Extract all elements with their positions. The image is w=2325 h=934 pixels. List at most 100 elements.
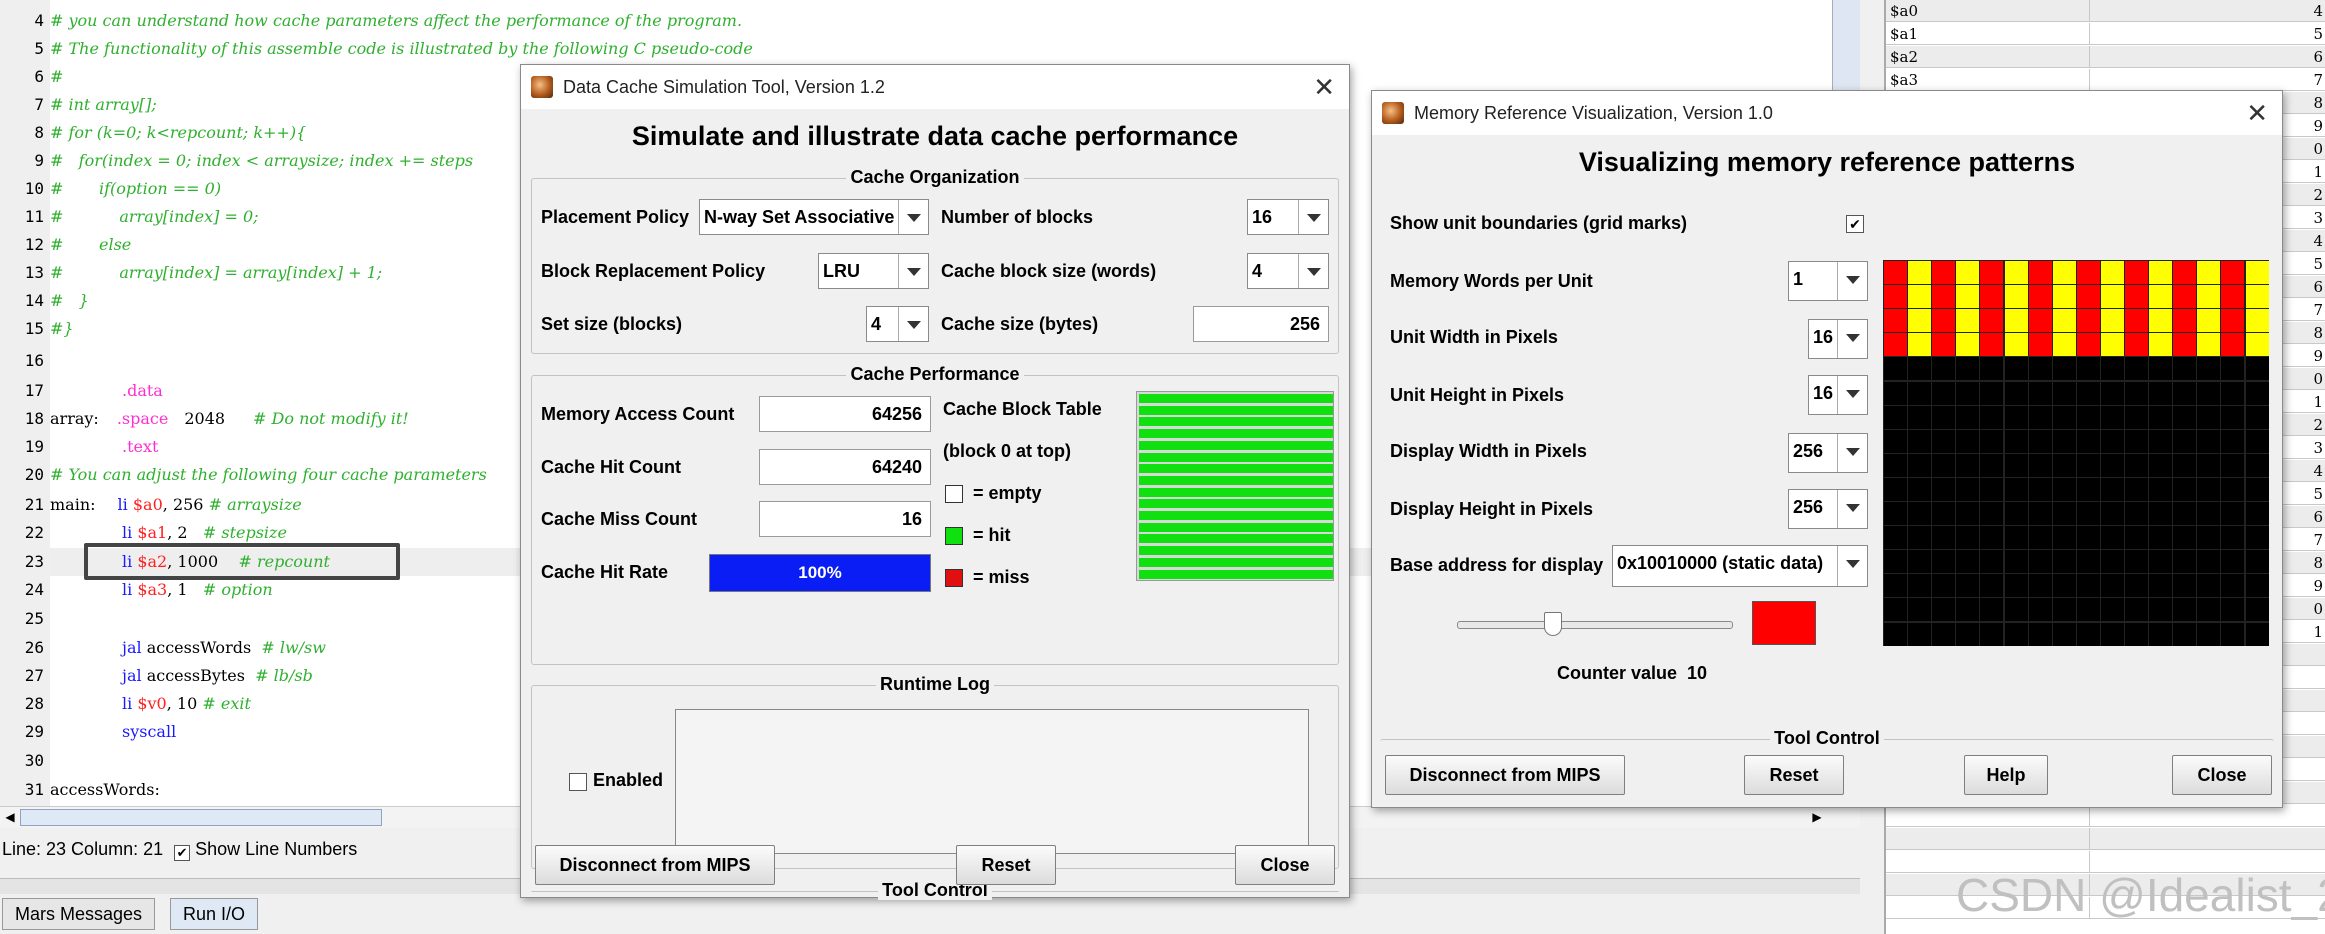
code-line-6[interactable]: # [50,63,63,91]
unit-width-select[interactable]: 16 [1808,319,1868,359]
cache-reset-button[interactable]: Reset [956,845,1056,885]
scroll-left-arrow-icon[interactable]: ◀ [3,810,17,824]
chevron-down-icon[interactable] [1837,376,1867,414]
register-row[interactable]: $a1 5 [1886,23,2325,45]
code-line-31[interactable]: accessWords: [50,776,160,804]
nblocks-label: Number of blocks [941,207,1094,227]
scrollbar-thumb[interactable] [20,809,382,826]
memory-unit-cell [2221,574,2245,598]
tab-mars-messages[interactable]: Mars Messages [2,898,156,930]
tab-run-io[interactable]: Run I/O [170,898,259,930]
memory-unit-cell [2149,526,2173,550]
close-icon[interactable]: ✕ [1313,65,1335,109]
code-line-17[interactable]: .data [122,377,163,405]
code-line-27[interactable]: jal accessBytes # lb/sb [122,662,313,690]
register: $a3 [137,580,168,599]
replacement-policy-select[interactable]: LRU [818,253,929,289]
code-line-26[interactable]: jal accessWords # lw/sw [122,634,326,662]
memory-unit-cell [1884,261,1907,284]
register-row[interactable] [1886,828,2325,850]
cache-close-button[interactable]: Close [1235,845,1335,885]
chevron-down-icon[interactable] [1837,434,1867,472]
memory-unit-cell [2197,526,2221,550]
chevron-down-icon[interactable] [1298,200,1328,234]
number-of-blocks-select[interactable]: 16 [1247,199,1329,235]
memory-unit-cell [2197,477,2221,501]
register-number: 5 [2313,255,2323,273]
register-row[interactable]: $a2 6 [1886,46,2325,68]
cache-block [1139,499,1333,509]
code-line-13[interactable]: # array[index] = array[index] + 1; [50,259,382,287]
code-line-7[interactable]: # int array[]; [50,91,157,119]
setsize-label: Set size (blocks) [541,314,683,334]
base-address-select[interactable]: 0x10010000 (static data) [1612,545,1868,587]
code-line-4[interactable]: # you can understand how cache parameter… [50,7,742,35]
code-line-19[interactable]: .text [122,433,158,461]
memory-unit-cell [1932,333,1956,357]
mem-close-button[interactable]: Close [2172,755,2272,795]
chevron-down-icon[interactable] [1837,490,1867,528]
cache-dialog-titlebar[interactable]: Data Cache Simulation Tool, Version 1.2 … [521,65,1349,109]
code-line-24[interactable]: li $a3, 1 # option [122,576,273,604]
memory-unit-cell [1884,453,1907,477]
unit-height-select[interactable]: 16 [1808,375,1868,415]
chevron-down-icon[interactable] [1837,320,1867,358]
mem-disconnect-button[interactable]: Disconnect from MIPS [1385,755,1625,795]
memory-dialog-titlebar[interactable]: Memory Reference Visualization, Version … [1372,91,2282,135]
register-number: 7 [2313,531,2323,549]
code-line-10[interactable]: # if(option == 0) [50,175,221,203]
memory-unit-cell [2125,526,2148,550]
code-line-21[interactable]: main: li $a0, 256 # arraysize [50,491,302,519]
code-line-14[interactable]: # } [50,287,89,315]
memory-unit-cell [2221,526,2245,550]
code-line-11[interactable]: # array[index] = 0; [50,203,259,231]
code-line-20[interactable]: # You can adjust the following four cach… [50,461,487,489]
counter-slider-thumb[interactable] [1544,612,1562,636]
mem-help-button[interactable]: Help [1964,755,2048,795]
register-number: 4 [2313,462,2323,480]
log-enabled-checkbox[interactable] [569,773,587,791]
show-line-numbers-checkbox[interactable]: ✔ [174,845,191,861]
code-line-29[interactable]: syscall [122,718,176,746]
chevron-down-icon[interactable] [1298,254,1328,288]
code-line-5[interactable]: # The functionality of this assemble cod… [50,35,753,63]
mem-reset-button[interactable]: Reset [1744,755,1844,795]
close-icon[interactable]: ✕ [2246,91,2268,135]
display-height-select[interactable]: 256 [1788,489,1868,529]
chevron-down-icon[interactable] [898,254,928,288]
set-size-select[interactable]: 4 [866,306,929,342]
memory-unit-cell [1908,622,1932,646]
line-number: 26 [24,638,44,657]
counter-label: Counter value 10 [1557,663,1707,684]
memory-unit-cell [2221,405,2245,429]
scroll-right-arrow-icon[interactable]: ▶ [1810,810,1824,824]
register-row[interactable] [1886,805,2325,827]
code-line-15[interactable]: #} [50,315,74,343]
cache-disconnect-button[interactable]: Disconnect from MIPS [535,845,775,885]
code-line-12[interactable]: # else [50,231,131,259]
memory-unit-cell [2173,550,2197,574]
chevron-down-icon[interactable] [898,200,928,234]
hit-rate-label: Cache Hit Rate [541,562,669,582]
register-row[interactable]: $a0 4 [1886,0,2325,22]
chevron-down-icon[interactable] [1837,546,1867,586]
register: $v0 [137,694,167,713]
chevron-down-icon[interactable] [898,307,928,341]
code-line-28[interactable]: li $v0, 10 # exit [122,690,251,718]
display-width-select[interactable]: 256 [1788,433,1868,473]
memory-unit-cell [2028,405,2052,429]
code-line-9[interactable]: # for(index = 0; index < arraysize; inde… [50,147,473,175]
memory-unit-cell [2052,574,2076,598]
runtime-log-textarea[interactable] [675,709,1309,854]
block-size-select[interactable]: 4 [1247,253,1329,289]
counter-slider-track[interactable] [1457,621,1733,629]
chevron-down-icon[interactable] [1837,262,1867,300]
words-per-unit-select[interactable]: 1 [1788,261,1868,301]
code-line-8[interactable]: # for (k=0; k<repcount; k++){ [50,119,306,147]
memory-unit-cell [2149,550,2173,574]
register-row[interactable]: $a3 7 [1886,69,2325,91]
grid-marks-checkbox[interactable]: ✔ [1846,215,1864,233]
placement-policy-select[interactable]: N-way Set Associative [699,199,929,235]
memory-unit-cell [2149,502,2173,525]
code-line-18[interactable]: array: .space 2048 # Do not modify it! [50,405,409,433]
